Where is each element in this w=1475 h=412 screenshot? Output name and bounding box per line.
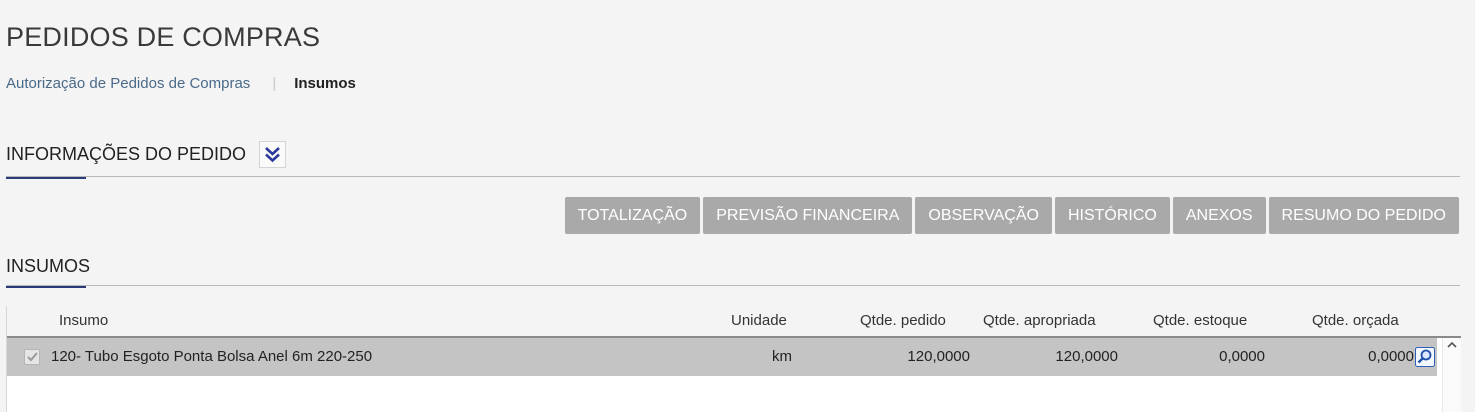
row-checkbox[interactable] — [24, 349, 40, 365]
cell-qtde-orcada: 0,0000 — [1368, 348, 1414, 365]
grid-scrollbar[interactable] — [1442, 338, 1461, 412]
breadcrumb-item-autorizacao[interactable]: Autorização de Pedidos de Compras — [6, 75, 250, 92]
historico-button[interactable]: HISTÓRICO — [1054, 197, 1170, 234]
breadcrumb-item-insumos: Insumos — [294, 75, 356, 92]
breadcrumb-separator: | — [272, 75, 277, 92]
column-header-insumo[interactable]: Insumo — [59, 312, 108, 329]
observacao-button[interactable]: OBSERVAÇÃO — [915, 197, 1052, 234]
check-icon — [26, 352, 38, 362]
totalizacao-button[interactable]: TOTALIZAÇÃO — [564, 197, 701, 234]
section-insumos-title: INSUMOS — [6, 256, 91, 276]
cell-qtde-pedido: 120,0000 — [907, 348, 970, 365]
section-info-header: INFORMAÇÕES DO PEDIDO — [6, 141, 1460, 180]
section-info-divider — [6, 176, 1460, 177]
previsao-financeira-button[interactable]: PREVISÃO FINANCEIRA — [703, 197, 913, 234]
breadcrumb: Autorização de Pedidos de Compras | Insu… — [6, 75, 356, 92]
section-insumos-header: INSUMOS — [6, 256, 1460, 290]
anexos-button[interactable]: ANEXOS — [1172, 197, 1266, 234]
resumo-do-pedido-button[interactable]: RESUMO DO PEDIDO — [1268, 197, 1459, 234]
insumos-grid: Insumo Unidade Qtde. pedido Qtde. apropr… — [6, 306, 1461, 412]
chevron-double-down-icon — [265, 147, 280, 163]
cell-qtde-estoque: 0,0000 — [1219, 348, 1265, 365]
column-header-qtde-apropriada[interactable]: Qtde. apropriada — [983, 312, 1096, 329]
section-insumos-divider — [6, 285, 1460, 286]
toolbar: TOTALIZAÇÃO PREVISÃO FINANCEIRA OBSERVAÇ… — [564, 197, 1459, 234]
cell-insumo: 120- Tubo Esgoto Ponta Bolsa Anel 6m 220… — [51, 348, 373, 365]
expand-info-button[interactable] — [259, 141, 287, 168]
table-row[interactable]: 120- Tubo Esgoto Ponta Bolsa Anel 6m 220… — [7, 338, 1437, 376]
section-info-title: INFORMAÇÕES DO PEDIDO — [6, 144, 247, 164]
column-header-unidade[interactable]: Unidade — [731, 312, 787, 329]
column-header-qtde-pedido[interactable]: Qtde. pedido — [860, 312, 946, 329]
chevron-up-icon[interactable] — [1447, 341, 1457, 348]
cell-qtde-apropriada: 120,0000 — [1055, 348, 1118, 365]
zoom-icon[interactable] — [1415, 347, 1435, 367]
grid-header: Insumo Unidade Qtde. pedido Qtde. apropr… — [7, 306, 1461, 338]
cell-unidade: km — [772, 348, 792, 365]
column-header-qtde-estoque[interactable]: Qtde. estoque — [1153, 312, 1247, 329]
column-header-qtde-orcada[interactable]: Qtde. orçada — [1312, 312, 1399, 329]
page-title: PEDIDOS DE COMPRAS — [6, 22, 321, 52]
